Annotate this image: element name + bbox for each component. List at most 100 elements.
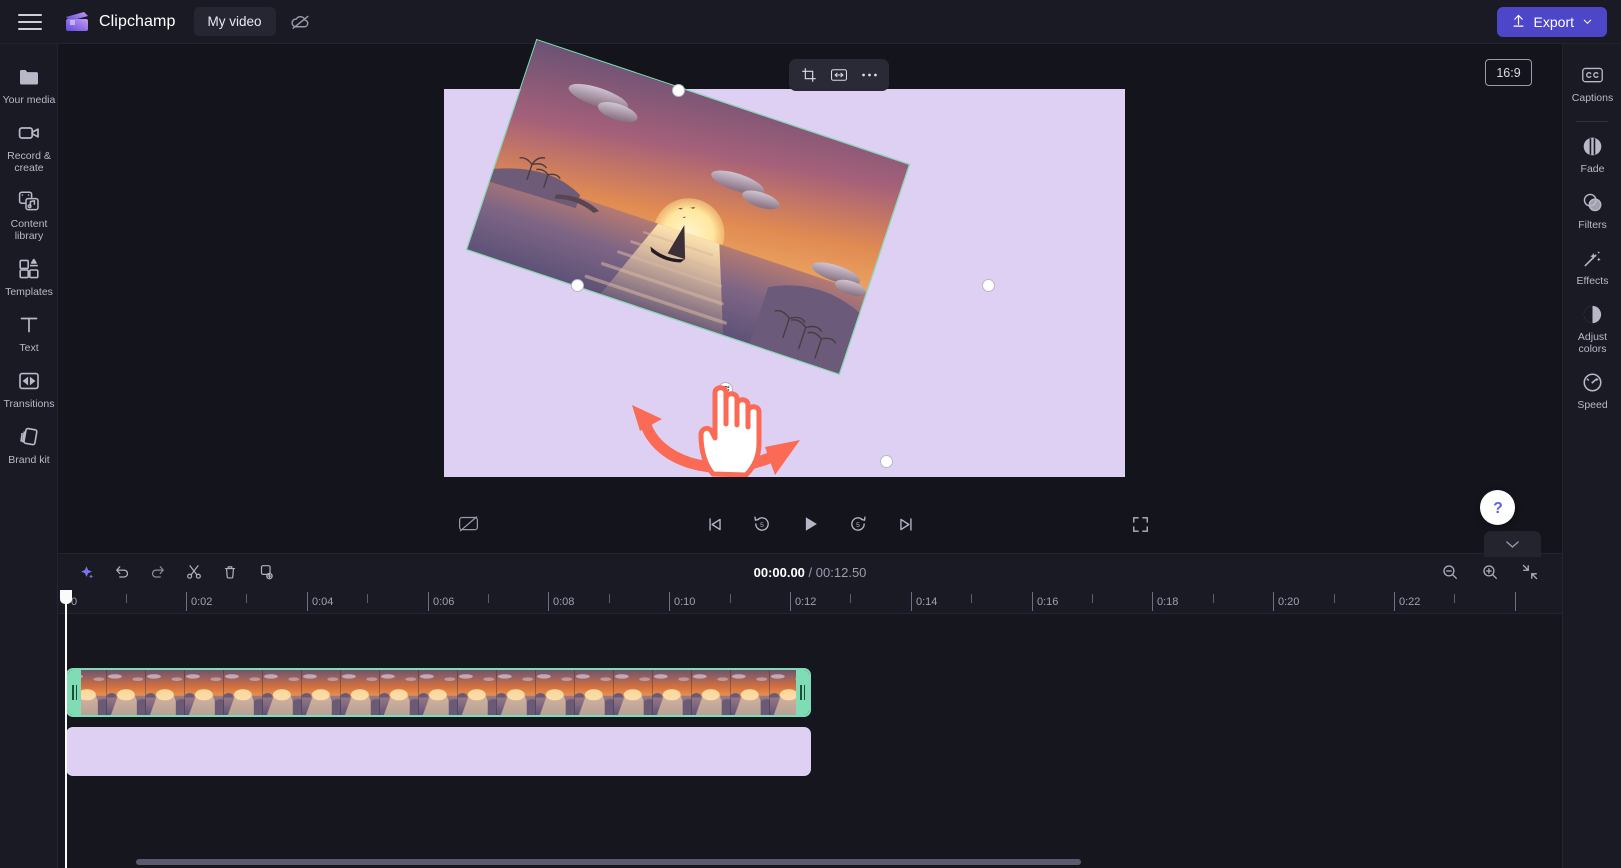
- timeline-toolbar: 00:00.00 / 00:12.50: [58, 553, 1562, 590]
- templates-icon: [17, 257, 41, 281]
- time-separator: /: [808, 564, 813, 580]
- timeline-horizontal-scrollbar[interactable]: [136, 859, 1081, 865]
- brand-name: Clipchamp: [99, 12, 176, 30]
- sidebar-item-your-media[interactable]: Your media: [0, 58, 58, 114]
- sidebar-item-templates[interactable]: Templates: [0, 250, 58, 306]
- clip-filmstrip: [68, 670, 809, 715]
- resize-handle-top[interactable]: [672, 84, 685, 97]
- svg-text:?: ?: [1493, 499, 1503, 516]
- timeline[interactable]: 0 0:02 0:04 0:06 0:08 0:10 0:12 0:14 0:1: [58, 590, 1562, 868]
- skip-to-start-button[interactable]: [697, 507, 731, 541]
- ruler-label: 0:10: [674, 596, 696, 608]
- trim-handle-right[interactable]: [796, 670, 809, 715]
- table-row[interactable]: [66, 727, 811, 776]
- forward-5s-button[interactable]: 5: [841, 507, 875, 541]
- sidebar-item-brand-kit[interactable]: Brand kit: [0, 418, 58, 474]
- ruler-label: 0:12: [795, 596, 817, 608]
- sidebar-item-text[interactable]: Text: [0, 306, 58, 362]
- resize-handle-right[interactable]: [982, 279, 995, 292]
- sidebar-label: Captions: [1571, 92, 1614, 104]
- aspect-ratio-button[interactable]: 16:9: [1485, 59, 1532, 86]
- crop-icon[interactable]: [796, 63, 822, 87]
- contrast-circle-icon: [1581, 302, 1605, 326]
- timeline-ruler[interactable]: 0 0:02 0:04 0:06 0:08 0:10 0:12 0:14 0:1: [58, 590, 1562, 614]
- ruler-label: 0:02: [191, 596, 213, 608]
- top-bar: Clipchamp My video Export: [0, 0, 1621, 44]
- collapse-preview-button[interactable]: [1484, 531, 1541, 557]
- duplicate-button[interactable]: [252, 558, 280, 586]
- video-track[interactable]: [58, 668, 1562, 721]
- delete-button[interactable]: [216, 558, 244, 586]
- content-library-icon: [17, 189, 41, 213]
- project-title-button[interactable]: My video: [193, 7, 276, 36]
- right-sidebar: Captions Fade Filters Effects Adjust col…: [1562, 44, 1621, 868]
- sidebar-label: Speed: [1577, 399, 1608, 411]
- more-options-icon[interactable]: [856, 63, 882, 87]
- trim-handle-left[interactable]: [68, 670, 81, 715]
- ruler-label: 0:14: [916, 596, 938, 608]
- table-row[interactable]: [66, 668, 811, 717]
- ruler-label: 0:22: [1399, 596, 1421, 608]
- video-camera-icon: [17, 121, 41, 145]
- preview-stage: 16:9: [58, 38, 1562, 552]
- brand-kit-icon: [17, 425, 41, 449]
- play-button[interactable]: [793, 507, 827, 541]
- sidebar-item-captions[interactable]: Captions: [1563, 56, 1621, 112]
- sidebar-label: Fade: [1580, 163, 1605, 175]
- sidebar-item-speed[interactable]: Speed: [1563, 363, 1621, 419]
- zoom-in-button[interactable]: [1476, 558, 1504, 586]
- sidebar-item-transitions[interactable]: Transitions: [0, 362, 58, 418]
- sidebar-item-effects[interactable]: Effects: [1563, 239, 1621, 295]
- help-button[interactable]: ?: [1480, 490, 1515, 525]
- captions-off-icon[interactable]: [451, 507, 485, 541]
- transport-bar: 5 5: [58, 496, 1562, 552]
- fit-timeline-button[interactable]: [1516, 558, 1544, 586]
- ruler-label: 0:06: [433, 596, 455, 608]
- timecode-display: 00:00.00 / 00:12.50: [695, 565, 925, 580]
- redo-button[interactable]: [144, 558, 172, 586]
- export-button[interactable]: Export: [1496, 7, 1607, 37]
- cloud-off-icon[interactable]: [284, 7, 318, 37]
- sidebar-label: Effects: [1576, 275, 1609, 287]
- svg-text:5: 5: [856, 522, 860, 529]
- hand-cursor-icon: [694, 377, 772, 482]
- playhead-knob[interactable]: [60, 590, 72, 604]
- zoom-out-button[interactable]: [1436, 558, 1464, 586]
- sidebar-item-fade[interactable]: Fade: [1563, 127, 1621, 183]
- brand-logo[interactable]: Clipchamp: [64, 11, 176, 33]
- ruler-label: 0:18: [1157, 596, 1179, 608]
- filters-icon: [1581, 190, 1605, 214]
- sidebar-item-record-create[interactable]: Record & create: [0, 114, 58, 182]
- chevron-down-icon: [1582, 14, 1593, 30]
- overlay-track[interactable]: [58, 727, 1562, 780]
- skip-to-end-button[interactable]: [889, 507, 923, 541]
- fullscreen-button[interactable]: [1123, 507, 1157, 541]
- svg-text:5: 5: [760, 522, 764, 529]
- speedometer-icon: [1581, 370, 1605, 394]
- split-button[interactable]: [180, 558, 208, 586]
- hamburger-icon[interactable]: [18, 13, 42, 30]
- clip-float-toolbar: [789, 59, 889, 91]
- clipchamp-editor: Clipchamp My video Export Your media Rec…: [0, 0, 1621, 868]
- sidebar-item-adjust-colors[interactable]: Adjust colors: [1563, 295, 1621, 363]
- playhead[interactable]: [60, 590, 72, 868]
- sidebar-label: Text: [19, 342, 39, 354]
- sidebar-label: Brand kit: [8, 454, 50, 466]
- sidebar-label: Record & create: [7, 150, 51, 174]
- current-time: 00:00.00: [753, 564, 805, 580]
- ai-suggest-button[interactable]: [72, 558, 100, 586]
- resize-handle-bottom[interactable]: [880, 455, 893, 468]
- export-label: Export: [1533, 14, 1574, 30]
- sidebar-item-filters[interactable]: Filters: [1563, 183, 1621, 239]
- sidebar-item-content-library[interactable]: Content library: [0, 182, 58, 250]
- sidebar-label: Filters: [1578, 219, 1607, 231]
- upload-icon: [1511, 13, 1526, 31]
- preview-canvas[interactable]: [444, 38, 1125, 478]
- resize-handle-left[interactable]: [571, 279, 584, 292]
- rewind-5s-button[interactable]: 5: [745, 507, 779, 541]
- ruler-label: 0:08: [553, 596, 575, 608]
- text-t-icon: [17, 313, 41, 337]
- fit-to-frame-icon[interactable]: [826, 63, 852, 87]
- undo-button[interactable]: [108, 558, 136, 586]
- transitions-icon: [17, 369, 41, 393]
